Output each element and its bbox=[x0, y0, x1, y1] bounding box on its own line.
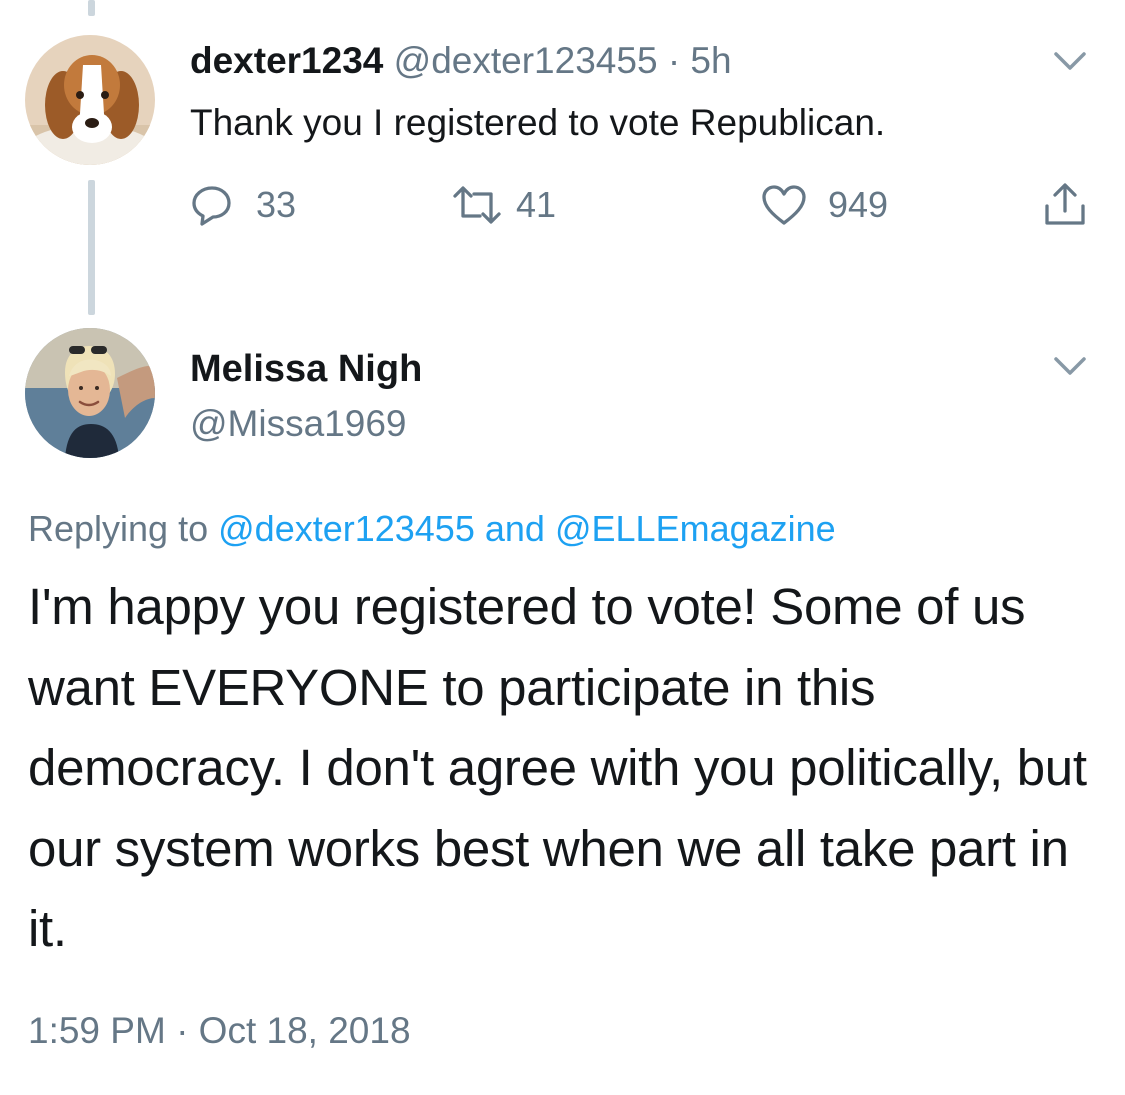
handle[interactable]: @Missa1969 bbox=[190, 401, 407, 447]
share-button[interactable] bbox=[1042, 180, 1088, 230]
replying-prefix: Replying to bbox=[28, 508, 209, 549]
thread-line-top bbox=[88, 0, 95, 16]
retweet-count: 41 bbox=[516, 184, 557, 225]
timestamp[interactable]: 1:59 PM · Oct 18, 2018 bbox=[28, 1008, 411, 1054]
handle[interactable]: @dexter123455 bbox=[394, 40, 658, 81]
thread-line-middle bbox=[88, 180, 95, 315]
retweet-button[interactable]: 41 bbox=[452, 180, 556, 230]
separator: · bbox=[667, 40, 681, 81]
like-button[interactable]: 949 bbox=[760, 180, 888, 230]
avatar[interactable] bbox=[25, 35, 155, 165]
display-name[interactable]: Melissa Nigh bbox=[190, 345, 422, 393]
chevron-down-icon[interactable] bbox=[1050, 351, 1090, 381]
chevron-down-icon[interactable] bbox=[1050, 46, 1090, 76]
like-count: 949 bbox=[828, 184, 889, 225]
retweet-icon bbox=[453, 186, 501, 224]
share-icon bbox=[1045, 183, 1085, 225]
heart-icon bbox=[762, 185, 806, 225]
replying-and[interactable]: and bbox=[485, 508, 545, 549]
relative-time[interactable]: 5h bbox=[690, 40, 731, 81]
replying-to: Replying to @dexter123455 and @ELLEmagaz… bbox=[28, 506, 836, 552]
tweet-header: dexter1234 @dexter123455 · 5h bbox=[190, 38, 732, 84]
reply-count: 33 bbox=[256, 184, 297, 225]
avatar[interactable] bbox=[25, 328, 155, 458]
woman-avatar-icon bbox=[25, 328, 155, 458]
mention-link[interactable]: @dexter123455 bbox=[218, 508, 475, 549]
display-name[interactable]: dexter1234 bbox=[190, 40, 383, 81]
tweet-actions: 33 41 949 bbox=[190, 180, 1110, 230]
reply-button[interactable]: 33 bbox=[190, 180, 296, 230]
tweet-text: Thank you I registered to vote Republica… bbox=[190, 102, 886, 143]
beagle-dog-icon bbox=[25, 35, 155, 165]
mention-link[interactable]: @ELLEmagazine bbox=[555, 508, 836, 549]
tweet-text: I'm happy you registered to vote! Some o… bbox=[28, 578, 1087, 957]
reply-icon bbox=[192, 186, 231, 226]
